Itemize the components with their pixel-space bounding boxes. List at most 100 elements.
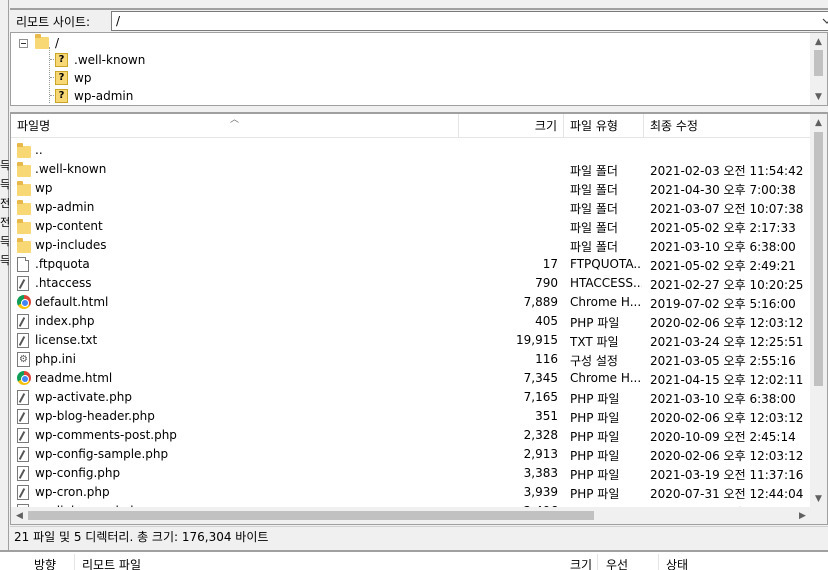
file-list-hscroll-thumb[interactable] [28, 511, 594, 520]
php-file-icon [17, 276, 33, 291]
file-modified: 2020-02-06 오후 12:03:12 [650, 411, 804, 425]
file-list-hscrollbar[interactable]: ◀ ▶ [11, 507, 811, 524]
file-row[interactable]: .ftpquota 17 FTPQUOTA... 2021-05-02 오후 2:49… [11, 255, 811, 274]
php-file-icon [17, 390, 33, 405]
column-divider [597, 554, 598, 570]
scroll-down-icon[interactable]: ▼ [810, 490, 827, 507]
file-name: .well-known [35, 162, 107, 176]
file-row[interactable]: .. [11, 141, 811, 160]
file-type: HTACCESS... [570, 276, 642, 290]
remote-site-label: 리모트 사이트: [16, 15, 91, 29]
file-name: .htaccess [35, 276, 92, 290]
file-row[interactable]: readme.html 7,345 Chrome H... 2021-04-15 오후… [11, 369, 811, 388]
file-type: 구성 설정 [570, 354, 618, 368]
file-row[interactable]: license.txt 19,915 TXT 파일 2021-03-24 오후 12:… [11, 331, 811, 350]
queue-column-remote-file[interactable]: 리모트 파일 [82, 556, 141, 570]
column-modified[interactable]: 최종 수정 [644, 114, 811, 138]
file-row[interactable]: wp-content 파일 폴더 2021-05-02 오후 2:17:33 [11, 217, 811, 236]
file-name: index.php [35, 314, 95, 328]
tree-item-root[interactable]: / [35, 34, 59, 52]
file-list-scroll-thumb[interactable] [814, 132, 823, 386]
file-size: 2,913 [523, 447, 558, 461]
scroll-right-icon[interactable]: ▶ [794, 507, 811, 524]
file-modified: 2021-03-07 오전 10:07:38 [650, 202, 804, 216]
scroll-up-icon[interactable]: ▲ [810, 114, 827, 131]
file-list-vscrollbar[interactable]: ▲ ▼ [810, 114, 827, 507]
file-modified: 2021-03-10 오후 6:38:00 [650, 240, 796, 254]
file-type: Chrome H... [570, 295, 642, 309]
file-row[interactable]: .well-known 파일 폴더 2021-02-03 오전 11:54:42 [11, 160, 811, 179]
file-type: PHP 파일 [570, 392, 620, 406]
file-name: wp [35, 181, 53, 195]
file-name: wp-cron.php [35, 485, 110, 499]
file-row[interactable]: wp-comments-post.php 2,328 PHP 파일 2020-10-0… [11, 426, 811, 445]
file-row[interactable]: php.ini 116 구성 설정 2021-03-05 오후 2:55:16 [11, 350, 811, 369]
file-name: wp-activate.php [35, 390, 132, 404]
scroll-up-icon[interactable]: ▲ [810, 33, 827, 50]
file-row[interactable]: wp-blog-header.php 351 PHP 파일 2020-02-06 오후… [11, 407, 811, 426]
tree-item-label: / [55, 36, 60, 50]
queue-column-priority[interactable]: 우선 [606, 556, 628, 570]
file-row[interactable]: wp-admin 파일 폴더 2021-03-07 오전 10:07:38 [11, 198, 811, 217]
file-type: PHP 파일 [570, 411, 620, 425]
file-type: 파일 폴더 [570, 202, 618, 216]
column-type[interactable]: 파일 유형 [564, 114, 644, 138]
file-row[interactable]: wp 파일 폴더 2021-04-30 오후 7:00:38 [11, 179, 811, 198]
file-name: wp-admin [35, 200, 95, 214]
file-size: 116 [535, 352, 558, 366]
file-modified: 2021-04-30 오후 7:00:38 [650, 183, 796, 197]
tree-item-well-known[interactable]: ? .well-known [55, 51, 145, 69]
remote-site-bar: 리모트 사이트: / [10, 8, 828, 32]
tree-scroll-thumb[interactable] [814, 50, 823, 76]
file-modified: 2021-03-10 오후 6:38:00 [650, 392, 796, 406]
file-modified: 2020-02-06 오후 12:03:12 [650, 449, 804, 463]
question-mark-icon: ? [55, 71, 68, 85]
file-type: PHP 파일 [570, 468, 620, 482]
file-modified: 2021-05-02 오후 2:49:21 [650, 259, 796, 273]
chrome-icon [17, 371, 33, 386]
remote-path-input[interactable]: / [111, 11, 828, 31]
php-file-icon [17, 409, 33, 424]
file-row[interactable]: index.php 405 PHP 파일 2020-02-06 오후 12:03:12 [11, 312, 811, 331]
queue-column-state[interactable]: 상태 [666, 556, 688, 570]
file-name: readme.html [35, 371, 113, 385]
file-row[interactable]: wp-config-sample.php 2,913 PHP 파일 2020-02-0… [11, 445, 811, 464]
folder-icon [17, 162, 33, 177]
file-modified: 2021-02-27 오후 10:20:25 [650, 278, 804, 292]
file-size: 17 [542, 257, 558, 271]
queue-column-direction[interactable]: 방향 [34, 556, 56, 570]
file-name: wp-content [35, 219, 103, 233]
tree-item-wp-admin[interactable]: ? wp-admin [55, 87, 133, 105]
scroll-down-icon[interactable]: ▼ [810, 88, 827, 105]
tree-item-wp[interactable]: ? wp [55, 69, 91, 87]
tree-scrollbar[interactable]: ▲ ▼ [810, 33, 827, 105]
file-name: wp-includes [35, 238, 107, 252]
scroll-left-icon[interactable]: ◀ [11, 507, 28, 524]
file-rows: .. .well-known 파일 폴더 2021-02-03 오전 11:54:42… [11, 141, 811, 512]
status-bar: 21 파일 및 5 디렉터리. 총 크기: 176,304 바이트 [10, 526, 828, 548]
file-list: ︿ 파일명 크기 파일 유형 최종 수정 .. .well-known 파일 폴더 2… [10, 113, 828, 525]
column-name[interactable]: 파일명 [11, 114, 459, 138]
file-row[interactable]: .htaccess 790 HTACCESS... 2021-02-27 오후 10:… [11, 274, 811, 293]
remote-site-pane: 득 득 전 전 득 득 리모트 사이트: / / ? .well-known ?… [0, 0, 828, 570]
php-file-icon [17, 333, 33, 348]
file-name: .ftpquota [35, 257, 90, 271]
php-file-icon [17, 485, 33, 500]
chevron-down-icon[interactable] [819, 12, 828, 30]
file-row[interactable]: wp-config.php 3,383 PHP 파일 2021-03-19 오전 11… [11, 464, 811, 483]
file-row[interactable]: wp-cron.php 3,939 PHP 파일 2020-07-31 오전 12:4… [11, 483, 811, 502]
file-row[interactable]: default.html 7,889 Chrome H... 2019-07-02 오… [11, 293, 811, 312]
pane-splitter[interactable] [10, 106, 828, 113]
file-row[interactable]: wp-includes 파일 폴더 2021-03-10 오후 6:38:00 [11, 236, 811, 255]
file-size: 351 [535, 409, 558, 423]
folder-icon [17, 200, 33, 215]
file-type: 파일 폴더 [570, 221, 618, 235]
local-pane-char: 득 [0, 255, 9, 267]
folder-icon [17, 181, 33, 196]
file-name: wp-config.php [35, 466, 121, 480]
file-row[interactable]: wp-activate.php 7,165 PHP 파일 2021-03-10 오후 … [11, 388, 811, 407]
collapse-toggle[interactable] [19, 39, 28, 48]
queue-column-size[interactable]: 크기 [570, 556, 592, 570]
file-size: 3,939 [523, 485, 558, 499]
column-size[interactable]: 크기 [459, 114, 564, 138]
